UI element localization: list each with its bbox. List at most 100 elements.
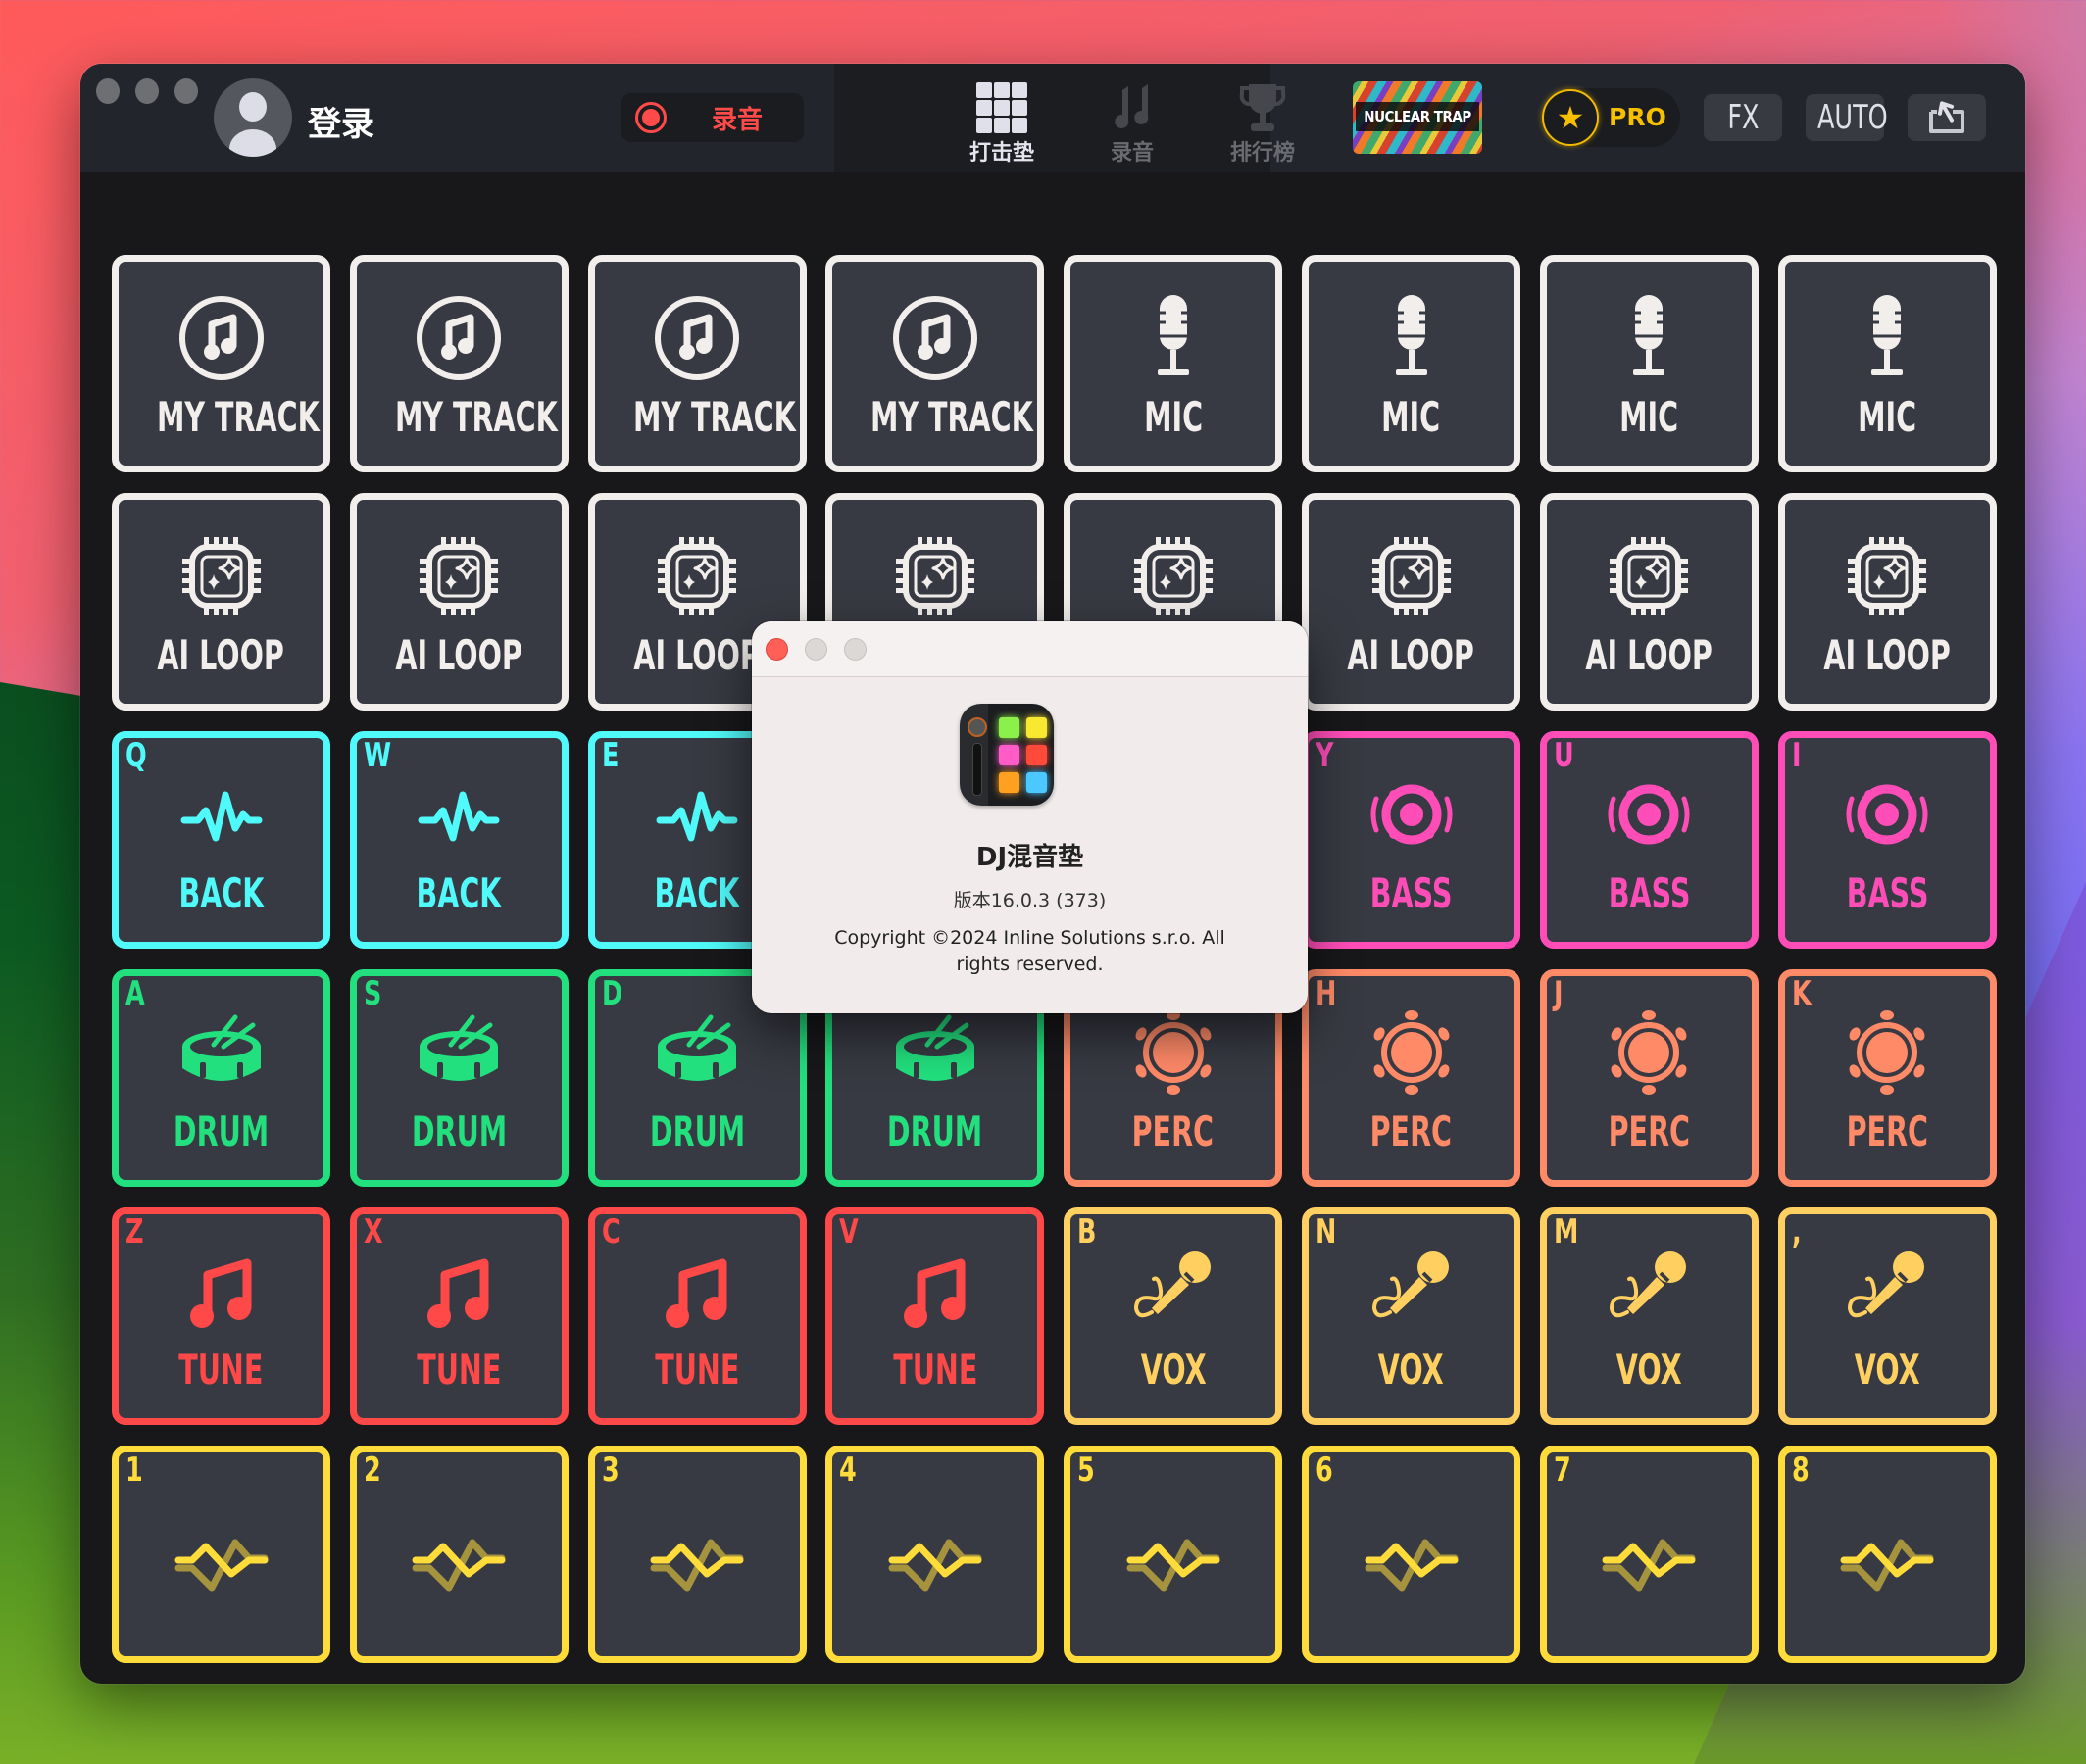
- crossfade-icon: [650, 1511, 744, 1605]
- pad[interactable]: Q BACK: [112, 731, 330, 949]
- tab-pads[interactable]: 打击垫: [943, 64, 1061, 172]
- pad-label-text: DRUM: [411, 1107, 507, 1155]
- pad[interactable]: B VOX: [1064, 1207, 1283, 1425]
- pad-label: BACK: [357, 869, 562, 917]
- pad[interactable]: MIC: [1539, 255, 1759, 472]
- pad[interactable]: V TUNE: [825, 1207, 1045, 1425]
- tab-label: 排行榜: [1229, 141, 1295, 166]
- ai-chip-icon: [650, 529, 744, 623]
- pad[interactable]: MY TRACK: [349, 255, 569, 472]
- app-icon-pad: [999, 717, 1019, 738]
- pad[interactable]: MY TRACK: [112, 255, 330, 472]
- pad[interactable]: MIC: [1777, 255, 1997, 472]
- pad-label: AI LOOP: [1547, 631, 1752, 679]
- pad[interactable]: MIC: [1302, 255, 1520, 472]
- pad[interactable]: N VOX: [1302, 1207, 1520, 1425]
- auto-label: AUTO: [1816, 98, 1888, 137]
- pad[interactable]: AI LOOP: [1539, 493, 1759, 710]
- pad-label-text: MIC: [1858, 393, 1917, 441]
- tab-recordings[interactable]: 录音: [1073, 64, 1191, 172]
- pad[interactable]: MY TRACK: [587, 255, 807, 472]
- ai-chip-icon: [174, 529, 269, 623]
- pad-label: AI LOOP: [357, 631, 562, 679]
- pad[interactable]: 7: [1539, 1446, 1759, 1663]
- record-button[interactable]: 录音: [621, 93, 804, 142]
- pro-button[interactable]: ★ PRO: [1542, 88, 1680, 147]
- pad[interactable]: 1: [112, 1446, 330, 1663]
- pad[interactable]: C TUNE: [587, 1207, 807, 1425]
- window-minimize-button[interactable]: [135, 78, 159, 104]
- pad-key-label: S: [363, 974, 382, 1013]
- pad[interactable]: AI LOOP: [349, 493, 569, 710]
- crossfade-icon: [412, 1511, 506, 1605]
- fx-button[interactable]: FX: [1704, 94, 1782, 141]
- pad-key-label: Y: [1316, 736, 1334, 775]
- star-icon: ★: [1542, 89, 1599, 146]
- pad-label-text: BASS: [1608, 869, 1691, 917]
- pad[interactable]: I BASS: [1777, 731, 1997, 949]
- pad-key-label: 6: [1316, 1450, 1333, 1490]
- pad[interactable]: M VOX: [1539, 1207, 1759, 1425]
- pad-label: MIC: [1070, 393, 1275, 441]
- dialog-close-button[interactable]: [766, 638, 788, 661]
- sound-pack-button[interactable]: NUCLEAR TRAP: [1353, 81, 1482, 154]
- pad-label: PERC: [1309, 1107, 1514, 1155]
- pad[interactable]: 8: [1777, 1446, 1997, 1663]
- window-close-button[interactable]: [96, 78, 120, 104]
- microphone-icon: [1602, 291, 1696, 385]
- speaker-icon: [1365, 767, 1459, 861]
- fader-icon: [972, 743, 982, 796]
- pad-label: PERC: [1785, 1107, 1990, 1155]
- pad-label: BASS: [1309, 869, 1514, 917]
- pad-key-label: V: [839, 1212, 860, 1251]
- pad[interactable]: AI LOOP: [1302, 493, 1520, 710]
- login-button[interactable]: 登录: [308, 97, 374, 145]
- pad[interactable]: K PERC: [1777, 969, 1997, 1187]
- music-note-icon: [650, 1244, 744, 1338]
- pad-label-text: AI LOOP: [1823, 631, 1951, 679]
- app-icon-pad: [1026, 745, 1047, 765]
- avatar[interactable]: [214, 78, 292, 157]
- pad[interactable]: S DRUM: [349, 969, 569, 1187]
- crossfade-icon: [174, 1511, 269, 1605]
- pad-label-text: TUNE: [892, 1346, 977, 1394]
- window-zoom-button[interactable]: [174, 78, 198, 104]
- pad[interactable]: H PERC: [1302, 969, 1520, 1187]
- pad[interactable]: 5: [1064, 1446, 1283, 1663]
- pad-label-text: BASS: [1846, 869, 1928, 917]
- tab-leaderboard[interactable]: 排行榜: [1204, 64, 1321, 172]
- pad-label: MIC: [1547, 393, 1752, 441]
- handheld-mic-icon: [1602, 1244, 1696, 1338]
- pad[interactable]: , VOX: [1777, 1207, 1997, 1425]
- back-button[interactable]: [1908, 94, 1986, 141]
- pad-label-text: MY TRACK: [394, 393, 558, 441]
- pad[interactable]: MY TRACK: [825, 255, 1045, 472]
- pad[interactable]: Z TUNE: [112, 1207, 330, 1425]
- pad[interactable]: A DRUM: [112, 969, 330, 1187]
- app-icon: [960, 704, 1054, 806]
- pad[interactable]: Y BASS: [1302, 731, 1520, 949]
- ai-chip-icon: [1840, 529, 1934, 623]
- pad[interactable]: AI LOOP: [112, 493, 330, 710]
- pad-label-text: PERC: [1608, 1107, 1690, 1155]
- speaker-icon: [1602, 767, 1696, 861]
- pad[interactable]: 6: [1302, 1446, 1520, 1663]
- pad[interactable]: 3: [587, 1446, 807, 1663]
- return-icon: [1929, 101, 1964, 133]
- pad-label-text: VOX: [1615, 1346, 1682, 1394]
- crossfade-icon: [1602, 1511, 1696, 1605]
- pad[interactable]: J PERC: [1539, 969, 1759, 1187]
- pad[interactable]: X TUNE: [349, 1207, 569, 1425]
- pad-label: MY TRACK: [595, 393, 800, 441]
- pad-label-text: PERC: [1369, 1107, 1453, 1155]
- handheld-mic-icon: [1126, 1244, 1220, 1338]
- pad[interactable]: W BACK: [349, 731, 569, 949]
- pad-label: DRUM: [119, 1107, 323, 1155]
- pad[interactable]: 2: [349, 1446, 569, 1663]
- pad[interactable]: AI LOOP: [1777, 493, 1997, 710]
- pad[interactable]: 4: [825, 1446, 1045, 1663]
- auto-button[interactable]: AUTO: [1806, 94, 1888, 141]
- pad[interactable]: MIC: [1064, 255, 1283, 472]
- pad-label: DRUM: [595, 1107, 800, 1155]
- pad[interactable]: U BASS: [1539, 731, 1759, 949]
